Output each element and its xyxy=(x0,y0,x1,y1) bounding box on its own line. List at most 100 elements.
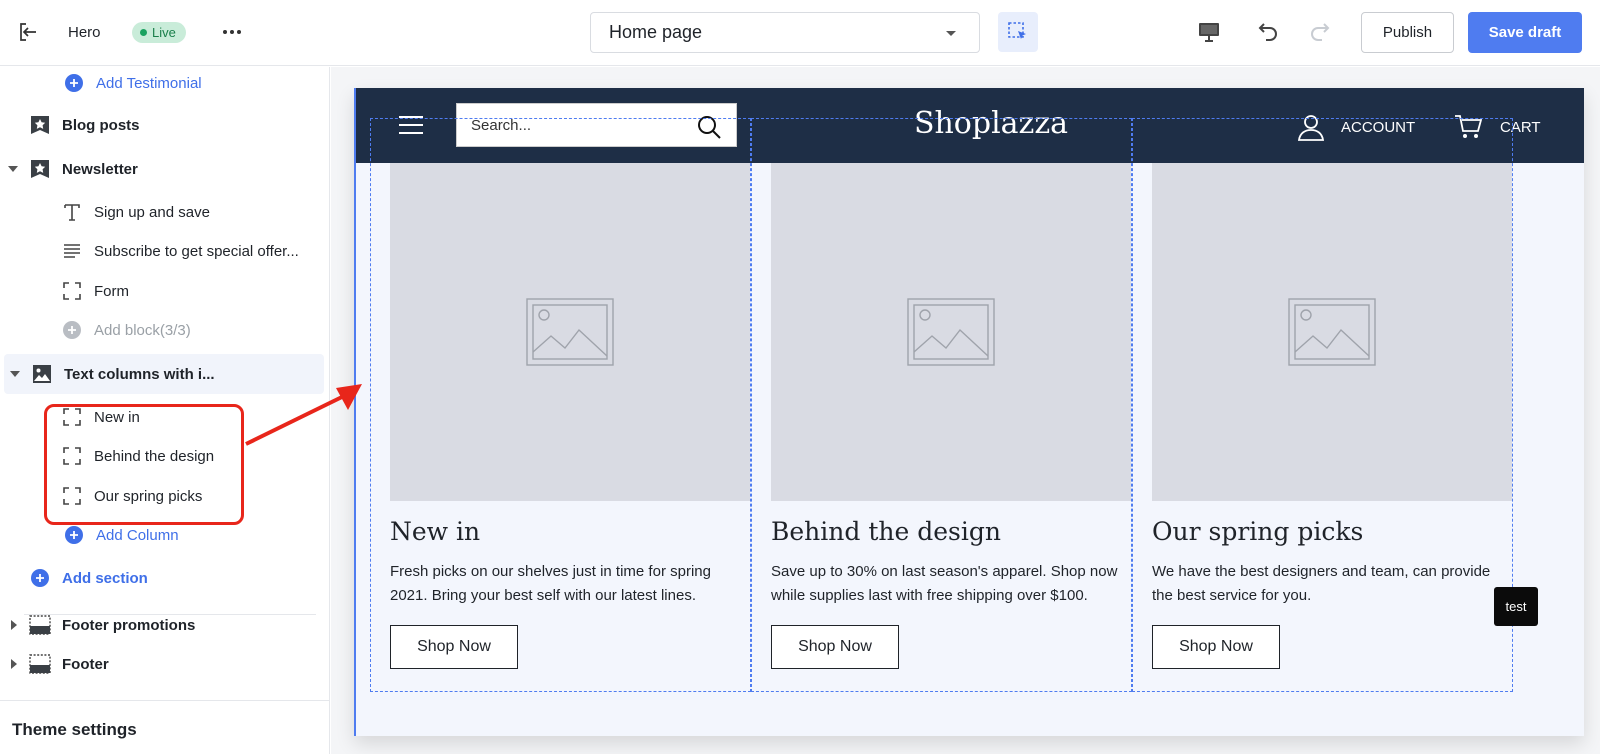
column-title: Behind the design xyxy=(771,517,1001,546)
star-badge-icon xyxy=(28,113,52,137)
caret-right-icon[interactable] xyxy=(10,620,20,630)
save-draft-button[interactable]: Save draft xyxy=(1468,12,1582,53)
status-badge-label: Live xyxy=(152,25,176,40)
theme-settings-link[interactable]: Theme settings xyxy=(12,720,137,740)
column-behind-the-design[interactable]: Behind the design xyxy=(0,436,329,476)
paragraph-icon xyxy=(60,239,84,263)
add-block-label: Add block(3/3) xyxy=(94,321,191,339)
image-placeholder-icon xyxy=(526,298,614,366)
column-title: New in xyxy=(390,517,481,546)
cart-icon xyxy=(1454,114,1482,140)
block-label: New in xyxy=(94,408,140,426)
column-new-in[interactable]: New in xyxy=(0,397,329,437)
add-block-button[interactable]: Add block(3/3) xyxy=(0,310,329,350)
store-header: Search... Shoplazza ACCOUNT CART xyxy=(356,88,1584,163)
page-selector[interactable]: Home page xyxy=(590,12,980,53)
plus-circle-icon xyxy=(62,71,86,95)
cart-link[interactable]: CART xyxy=(1454,114,1541,140)
cart-label: CART xyxy=(1500,118,1541,136)
store-logo[interactable]: Shoplazza xyxy=(896,106,1086,141)
section-newsletter[interactable]: Newsletter xyxy=(0,149,329,189)
section-text-columns[interactable]: Text columns with i... xyxy=(4,354,324,394)
section-label: Footer promotions xyxy=(62,616,196,634)
account-label: ACCOUNT xyxy=(1341,118,1416,136)
hamburger-menu-icon[interactable] xyxy=(398,115,424,135)
text-column-new-in[interactable]: New in Fresh picks on our shelves just i… xyxy=(390,163,750,669)
page-selector-value: Home page xyxy=(609,22,703,42)
add-testimonial-label: Add Testimonial xyxy=(96,74,202,92)
text-column-our-spring-picks[interactable]: Our spring picks We have the best design… xyxy=(1152,163,1512,669)
exit-icon[interactable] xyxy=(16,20,40,44)
shop-now-button[interactable]: Shop Now xyxy=(390,625,518,669)
footer-layout-icon xyxy=(28,613,52,637)
block-label: Behind the design xyxy=(94,447,215,465)
block-frame-icon xyxy=(60,444,84,468)
block-label: Our spring picks xyxy=(94,487,203,505)
text-icon xyxy=(60,200,84,224)
image-placeholder-icon xyxy=(1288,298,1376,366)
store-search-input[interactable]: Search... xyxy=(456,103,737,147)
column-text: Save up to 30% on last season's apparel.… xyxy=(771,563,1118,604)
section-label: Text columns with i... xyxy=(64,365,215,383)
block-sign-up-and-save[interactable]: Sign up and save xyxy=(0,192,329,232)
caret-down-icon[interactable] xyxy=(10,370,22,378)
footer-layout-icon xyxy=(28,652,52,676)
theme-name: Hero xyxy=(68,24,101,41)
select-element-button[interactable] xyxy=(998,12,1038,52)
storefront-preview: Search... Shoplazza ACCOUNT CART New in … xyxy=(354,88,1584,736)
section-footer-promotions[interactable]: Footer promotions xyxy=(0,605,329,645)
text-column-behind-the-design[interactable]: Behind the design Save up to 30% on last… xyxy=(771,163,1131,669)
section-label: Newsletter xyxy=(62,160,138,178)
user-icon xyxy=(1297,113,1325,141)
plus-circle-icon xyxy=(28,566,52,590)
add-column-label: Add Column xyxy=(96,526,179,544)
plus-circle-icon xyxy=(60,318,84,342)
image-placeholder-icon xyxy=(907,298,995,366)
block-frame-icon xyxy=(60,279,84,303)
add-section-label: Add section xyxy=(62,569,148,587)
block-label: Form xyxy=(94,282,129,300)
plus-circle-icon xyxy=(62,523,86,547)
search-icon[interactable] xyxy=(696,114,722,140)
image-placeholder xyxy=(1152,163,1512,501)
image-placeholder xyxy=(390,163,750,501)
chevron-down-icon xyxy=(945,30,957,38)
block-label: Subscribe to get special offer... xyxy=(94,242,299,260)
block-form[interactable]: Form xyxy=(0,271,329,311)
shop-now-button[interactable]: Shop Now xyxy=(1152,625,1280,669)
live-dot-icon xyxy=(140,29,147,36)
inspect-cursor-icon xyxy=(1008,22,1026,39)
caret-right-icon[interactable] xyxy=(10,659,20,669)
image-icon xyxy=(30,362,54,386)
section-footer[interactable]: Footer xyxy=(0,644,329,684)
redo-icon[interactable] xyxy=(1308,19,1334,45)
status-badge: Live xyxy=(132,22,186,43)
sections-sidebar: Add Testimonial Blog posts Newsletter Si… xyxy=(0,67,330,754)
block-label: Sign up and save xyxy=(94,203,210,221)
column-text: We have the best designers and team, can… xyxy=(1152,563,1491,604)
section-blog-posts[interactable]: Blog posts xyxy=(0,105,329,145)
block-frame-icon xyxy=(60,405,84,429)
add-column-button[interactable]: Add Column xyxy=(0,515,329,555)
undo-icon[interactable] xyxy=(1254,19,1280,45)
star-badge-icon xyxy=(28,157,52,181)
shop-now-button[interactable]: Shop Now xyxy=(771,625,899,669)
add-testimonial-button[interactable]: Add Testimonial xyxy=(0,67,329,103)
section-label: Blog posts xyxy=(62,116,140,134)
account-link[interactable]: ACCOUNT xyxy=(1297,113,1415,141)
column-our-spring-picks[interactable]: Our spring picks xyxy=(0,476,329,516)
caret-down-icon[interactable] xyxy=(8,165,20,173)
block-frame-icon xyxy=(60,484,84,508)
publish-button[interactable]: Publish xyxy=(1361,12,1454,53)
test-tag[interactable]: test xyxy=(1494,587,1538,626)
column-text: Fresh picks on our shelves just in time … xyxy=(390,563,711,604)
divider xyxy=(0,700,329,701)
section-label: Footer xyxy=(62,655,109,673)
image-placeholder xyxy=(771,163,1131,501)
add-section-button[interactable]: Add section xyxy=(0,558,329,598)
more-options-icon[interactable] xyxy=(220,20,244,44)
editor-topbar: Hero Live Home page Publish Save draft xyxy=(0,0,1600,66)
column-title: Our spring picks xyxy=(1152,517,1364,546)
desktop-icon[interactable] xyxy=(1196,19,1222,45)
block-subscribe-text[interactable]: Subscribe to get special offer... xyxy=(0,231,329,271)
